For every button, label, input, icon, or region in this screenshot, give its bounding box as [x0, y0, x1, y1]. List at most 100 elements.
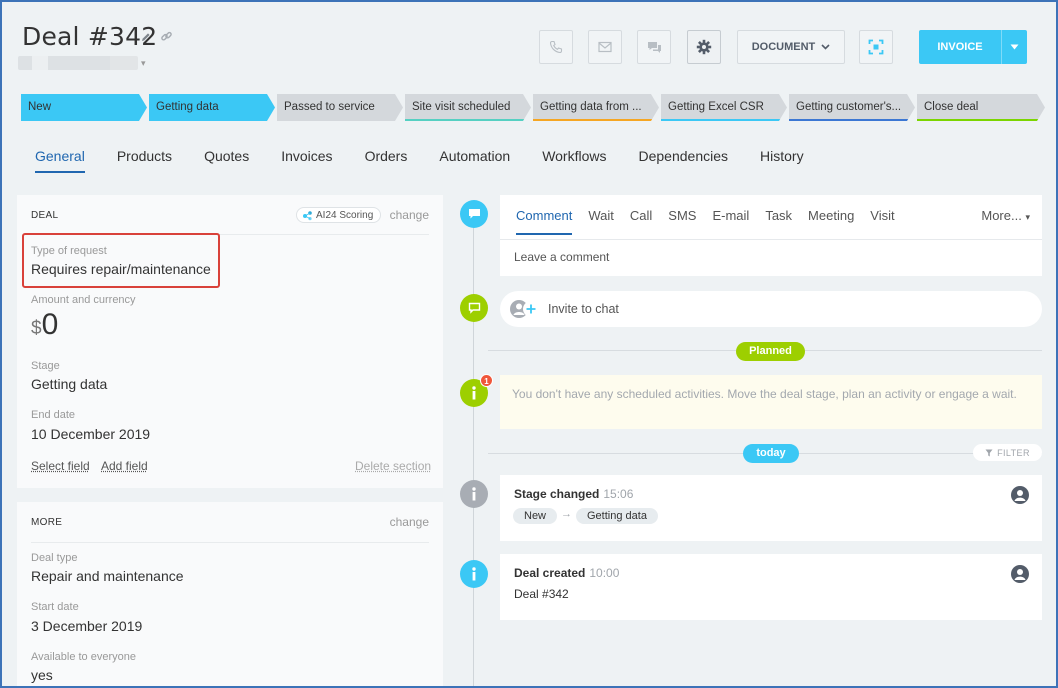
stage-5[interactable]: Getting data from ...	[533, 94, 659, 121]
tab-dependencies[interactable]: Dependencies	[639, 148, 729, 173]
chevron-down-icon	[821, 44, 830, 50]
filter-button[interactable]: FILTER	[973, 444, 1042, 461]
tab-workflows[interactable]: Workflows	[542, 148, 606, 173]
speech-bubble-icon	[468, 209, 480, 219]
stage-6[interactable]: Getting Excel CSR	[661, 94, 787, 121]
composer-tab-comment[interactable]: Comment	[516, 208, 573, 235]
chat-marker	[460, 294, 488, 322]
stage-label: Passed to service	[284, 101, 375, 113]
info-icon	[472, 567, 476, 581]
link-icon[interactable]	[160, 30, 172, 42]
divider	[500, 239, 1042, 240]
currency-symbol: $	[31, 318, 42, 339]
planned-badge: Planned	[736, 342, 805, 361]
deal-tabs: General Products Quotes Invoices Orders Autom…	[35, 148, 836, 173]
no-activities-notice: You don't have any scheduled activities.…	[500, 375, 1042, 429]
stage-4[interactable]: Site visit scheduled	[405, 94, 531, 121]
arrow-right-icon: →	[561, 508, 572, 520]
tab-automation[interactable]: Automation	[439, 148, 510, 173]
pencil-icon[interactable]	[140, 30, 152, 42]
end-date-value[interactable]: 10 December 2019	[31, 426, 150, 442]
envelope-icon	[598, 41, 612, 53]
settings-button[interactable]	[687, 30, 721, 64]
comment-marker	[460, 200, 488, 228]
event-title-text: Deal created	[514, 566, 586, 580]
composer-tab-sms[interactable]: SMS	[668, 208, 696, 235]
stage-chip-to: Getting data	[576, 508, 658, 524]
phone-icon	[549, 40, 563, 54]
composer-tab-wait[interactable]: Wait	[588, 208, 614, 235]
activity-composer: Comment Wait Call SMS E-mail Task Meeting Visit…	[500, 195, 1042, 276]
filter-label: FILTER	[997, 447, 1030, 458]
caret-down-icon: ▾	[1025, 212, 1030, 222]
tab-products[interactable]: Products	[117, 148, 172, 173]
add-user-icon	[510, 300, 539, 318]
composer-tab-visit[interactable]: Visit	[870, 208, 894, 235]
deal-type-label: Deal type	[31, 552, 78, 564]
event-subtitle[interactable]: Deal #342	[514, 587, 569, 601]
available-value[interactable]: yes	[31, 667, 53, 683]
page-title: Deal #342	[22, 22, 158, 51]
stage-label: Site visit scheduled	[412, 101, 511, 113]
crm-deal-window: Deal #342 ▾ DOCUMENT INVOICE New Getting …	[0, 0, 1058, 688]
deal-type-value[interactable]: Repair and maintenance	[31, 568, 184, 584]
created-marker	[460, 560, 488, 588]
chevron-down-icon[interactable]: ▾	[141, 58, 146, 69]
title-actions	[140, 30, 172, 42]
gear-icon	[696, 39, 712, 55]
stage-2[interactable]: Getting data	[149, 94, 275, 121]
more-section: MORE change Deal type Repair and mainten…	[17, 502, 443, 686]
user-avatar-icon[interactable]	[1011, 565, 1029, 583]
tab-invoices[interactable]: Invoices	[281, 148, 332, 173]
event-title-text: Stage changed	[514, 487, 600, 501]
document-button[interactable]: DOCUMENT	[737, 30, 845, 64]
stage-7[interactable]: Getting customer's...	[789, 94, 915, 121]
start-date-value[interactable]: 3 December 2019	[31, 618, 142, 634]
tab-orders[interactable]: Orders	[365, 148, 408, 173]
composer-more-menu[interactable]: More... ▾	[981, 208, 1030, 223]
event-time: 10:00	[589, 566, 620, 580]
history-marker	[460, 480, 488, 508]
delete-section-link[interactable]: Delete section	[355, 459, 431, 473]
email-button[interactable]	[588, 30, 622, 64]
stage-label: Stage	[31, 360, 60, 372]
info-icon	[472, 487, 476, 501]
section-title: DEAL	[31, 210, 59, 221]
change-link[interactable]: change	[390, 208, 429, 222]
client-selector[interactable]	[18, 56, 138, 70]
invite-to-chat[interactable]: Invite to chat	[500, 291, 1042, 327]
type-of-request-value[interactable]: Requires repair/maintenance	[31, 261, 211, 277]
scoring-label: AI24 Scoring	[316, 209, 374, 221]
chat-bubble-icon	[468, 302, 480, 314]
composer-tab-task[interactable]: Task	[765, 208, 792, 235]
composer-tab-meeting[interactable]: Meeting	[808, 208, 854, 235]
ai-scoring-badge[interactable]: AI24 Scoring	[296, 207, 382, 223]
chat-button[interactable]	[637, 30, 671, 64]
tab-general[interactable]: General	[35, 148, 85, 173]
composer-tab-call[interactable]: Call	[630, 208, 652, 235]
scan-frame-icon	[868, 39, 884, 55]
stage-bar: New Getting data Passed to service Site vis…	[21, 94, 1045, 121]
amount-value[interactable]: $0	[31, 308, 58, 342]
invoice-menu-toggle[interactable]	[1002, 44, 1027, 50]
invoice-label: INVOICE	[937, 41, 983, 53]
tab-quotes[interactable]: Quotes	[204, 148, 249, 173]
change-link[interactable]: change	[390, 515, 429, 529]
user-avatar-icon[interactable]	[1011, 486, 1029, 504]
comment-input[interactable]: Leave a comment	[514, 250, 609, 264]
notification-count: 1	[480, 374, 493, 387]
stage-8[interactable]: Close deal	[917, 94, 1045, 121]
stage-3[interactable]: Passed to service	[277, 94, 403, 121]
add-field-link[interactable]: Add field	[101, 459, 148, 473]
stage-label: Getting data from ...	[540, 101, 642, 113]
composer-tab-e-mail[interactable]: E-mail	[712, 208, 749, 235]
stage-1[interactable]: New	[21, 94, 147, 121]
event-title: Deal created 10:00	[514, 566, 619, 580]
invoice-button[interactable]: INVOICE	[919, 30, 1027, 64]
scan-button[interactable]	[859, 30, 893, 64]
timeline-line	[473, 212, 474, 686]
stage-value[interactable]: Getting data	[31, 376, 107, 392]
select-field-link[interactable]: Select field	[31, 459, 90, 473]
tab-history[interactable]: History	[760, 148, 804, 173]
call-button[interactable]	[539, 30, 573, 64]
